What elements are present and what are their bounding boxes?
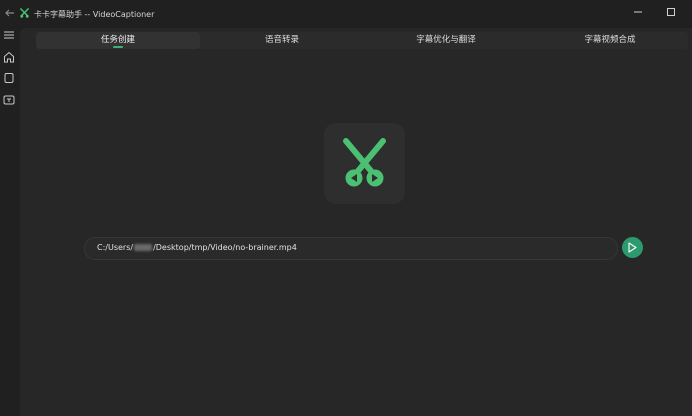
home-icon[interactable] [2, 50, 16, 64]
path-suffix: /Desktop/tmp/Video/no-brainer.mp4 [153, 243, 297, 252]
tab-task-creation[interactable]: 任务创建 [36, 32, 200, 49]
redacted-username [134, 244, 153, 251]
subtitle-icon[interactable] [2, 93, 16, 107]
title-bar: 卡卡字幕助手 -- VideoCaptioner [0, 0, 692, 28]
video-path-input[interactable]: C:/Users/ /Desktop/tmp/Video/no-brainer.m… [84, 237, 618, 260]
path-prefix: C:/Users/ [97, 243, 134, 252]
maximize-icon[interactable] [663, 4, 679, 20]
start-button[interactable] [622, 237, 643, 258]
play-icon [628, 242, 637, 253]
sidebar [0, 28, 18, 416]
tab-video-synthesis[interactable]: 字幕视频合成 [528, 32, 692, 49]
menu-icon[interactable] [2, 28, 16, 42]
tab-speech-transcription[interactable]: 语音转录 [200, 32, 364, 49]
active-tab-indicator [113, 46, 123, 48]
back-arrow-icon[interactable] [4, 7, 16, 19]
document-icon[interactable] [2, 71, 16, 85]
window-title: 卡卡字幕助手 -- VideoCaptioner [34, 10, 155, 19]
tab-subtitle-optimization[interactable]: 字幕优化与翻译 [364, 32, 528, 49]
app-logo-icon [20, 8, 29, 18]
tab-label: 任务创建 [100, 35, 135, 45]
scissors-icon [343, 138, 386, 187]
tab-label: 语音转录 [264, 35, 299, 45]
tab-label: 字幕优化与翻译 [416, 35, 476, 45]
main-content: 任务创建 语音转录 字幕优化与翻译 字幕视频合成 C:/Users/ /Deskt… [20, 28, 692, 416]
app-logo [324, 123, 405, 204]
minimize-icon[interactable] [630, 4, 646, 20]
tab-label: 字幕视频合成 [584, 35, 636, 45]
video-path-text: C:/Users/ /Desktop/tmp/Video/no-brainer.m… [97, 243, 297, 252]
tab-bar: 任务创建 语音转录 字幕优化与翻译 字幕视频合成 [36, 32, 688, 49]
